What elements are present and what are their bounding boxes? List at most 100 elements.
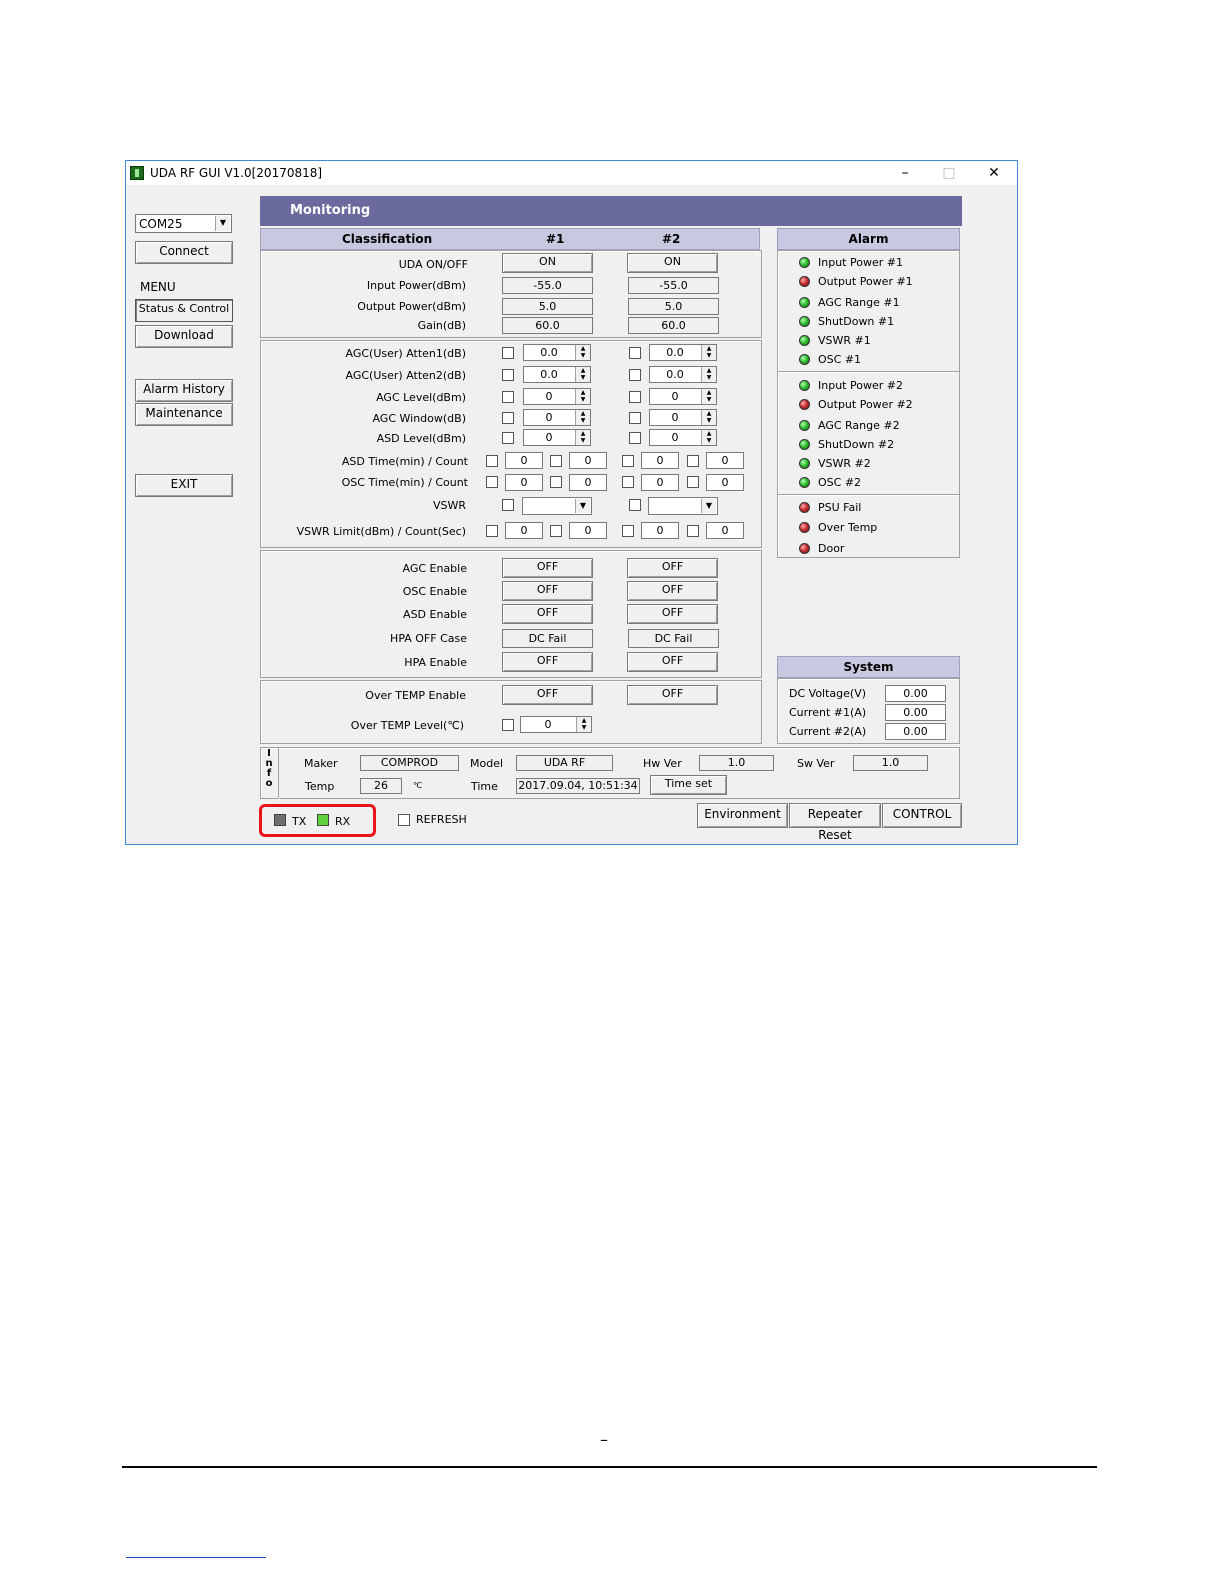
footer-link-line[interactable] [126, 1557, 266, 1558]
output-power-label: Output Power(dBm) [357, 300, 466, 313]
osc-time-1a-checkbox[interactable] [486, 476, 498, 488]
hpa-off-case-1: DC Fail [502, 629, 593, 648]
agc-level-1-checkbox[interactable] [502, 391, 514, 403]
osc-time-2a-field[interactable]: 0 [641, 474, 679, 491]
atten1-2-checkbox[interactable] [629, 347, 641, 359]
agc-enable-2-button[interactable]: OFF [627, 558, 718, 578]
model-label: Model [470, 757, 504, 770]
hpa-enable-2-button[interactable]: OFF [627, 652, 718, 672]
uda-2-button[interactable]: ON [627, 253, 718, 273]
alarm-history-button[interactable]: Alarm History [135, 379, 233, 402]
asd-time-1a-checkbox[interactable] [486, 455, 498, 467]
vswr-limit-1a-checkbox[interactable] [486, 525, 498, 537]
vswr-limit-2b-checkbox[interactable] [687, 525, 699, 537]
over-temp-enable-1-button[interactable]: OFF [502, 685, 593, 705]
com-port-select[interactable]: COM25 ▼ [135, 214, 232, 233]
asd-enable-2-button[interactable]: OFF [627, 604, 718, 624]
atten1-1-checkbox[interactable] [502, 347, 514, 359]
osc-time-2b-field[interactable]: 0 [706, 474, 744, 491]
control-button[interactable]: CONTROL [882, 803, 962, 828]
agc-level-1-spinner[interactable]: 0 ▲ ▼ [523, 388, 591, 405]
over-temp-level-spinner[interactable]: 0 ▲ ▼ [520, 716, 592, 733]
vswr-limit-2b-field[interactable]: 0 [706, 522, 744, 539]
asd-time-1b-checkbox[interactable] [550, 455, 562, 467]
asd-time-1b-field[interactable]: 0 [569, 452, 607, 469]
vswr-1-checkbox[interactable] [502, 499, 514, 511]
osc-time-2a-checkbox[interactable] [622, 476, 634, 488]
spin-arrows-icon[interactable]: ▲ ▼ [575, 345, 590, 360]
spin-arrows-icon[interactable]: ▲ ▼ [575, 389, 590, 404]
vswr-limit-2a-field[interactable]: 0 [641, 522, 679, 539]
asd-time-1a-field[interactable]: 0 [505, 452, 543, 469]
title-bar[interactable]: UDA RF GUI V1.0[20170818] – □ ✕ [126, 161, 1017, 185]
vswr-1-select[interactable]: ▼ [522, 497, 592, 515]
vswr-limit-1b-field[interactable]: 0 [569, 522, 607, 539]
exit-button[interactable]: EXIT [135, 474, 233, 497]
atten1-1-spinner[interactable]: 0.0 ▲ ▼ [523, 344, 591, 361]
agc-level-2-spinner[interactable]: 0 ▲ ▼ [649, 388, 717, 405]
refresh-label: REFRESH [416, 813, 467, 826]
vswr-limit-1b-checkbox[interactable] [550, 525, 562, 537]
asd-level-1-checkbox[interactable] [502, 432, 514, 444]
agc-window-2-checkbox[interactable] [629, 412, 641, 424]
spin-arrows-icon[interactable]: ▲ ▼ [701, 367, 716, 382]
spin-arrows-icon[interactable]: ▲ ▼ [575, 410, 590, 425]
status-control-button[interactable]: Status & Control [135, 299, 233, 322]
agc-window-1-spinner[interactable]: 0 ▲ ▼ [523, 409, 591, 426]
vswr-limit-1a-field[interactable]: 0 [505, 522, 543, 539]
spin-arrows-icon[interactable]: ▲ ▼ [576, 717, 591, 732]
over-temp-level-label: Over TEMP Level(℃) [350, 719, 464, 732]
environment-button[interactable]: Environment [697, 803, 788, 828]
over-temp-level-checkbox[interactable] [502, 719, 514, 731]
osc-enable-1-button[interactable]: OFF [502, 581, 593, 601]
uda-1-button[interactable]: ON [502, 253, 593, 273]
spin-arrows-icon[interactable]: ▲ ▼ [575, 430, 590, 445]
osc-time-1b-field[interactable]: 0 [569, 474, 607, 491]
asd-level-label: ASD Level(dBm) [376, 432, 466, 445]
asd-level-2-checkbox[interactable] [629, 432, 641, 444]
osc-time-1b-checkbox[interactable] [550, 476, 562, 488]
time-set-button[interactable]: Time set [650, 775, 727, 795]
osc-enable-2-button[interactable]: OFF [627, 581, 718, 601]
connect-button[interactable]: Connect [135, 241, 233, 264]
vswr-2-select[interactable]: ▼ [648, 497, 718, 515]
agc-level-2-checkbox[interactable] [629, 391, 641, 403]
spin-arrows-icon[interactable]: ▲ ▼ [701, 430, 716, 445]
com-port-value: COM25 [139, 217, 183, 231]
asd-time-2a-checkbox[interactable] [622, 455, 634, 467]
spin-arrows-icon[interactable]: ▲ ▼ [575, 367, 590, 382]
hpa-enable-1-button[interactable]: OFF [502, 652, 593, 672]
monitoring-header: Monitoring [260, 196, 962, 226]
agc-window-2-spinner[interactable]: 0 ▲ ▼ [649, 409, 717, 426]
download-button[interactable]: Download [135, 325, 233, 348]
close-button[interactable]: ✕ [979, 163, 1009, 183]
spin-arrows-icon[interactable]: ▲ ▼ [701, 389, 716, 404]
dc-voltage-label: DC Voltage(V) [789, 687, 867, 700]
asd-time-2a-field[interactable]: 0 [641, 452, 679, 469]
agc-enable-1-button[interactable]: OFF [502, 558, 593, 578]
osc-time-1a-field[interactable]: 0 [505, 474, 543, 491]
atten2-1-checkbox[interactable] [502, 369, 514, 381]
vswr-2-checkbox[interactable] [629, 499, 641, 511]
atten2-2-spinner[interactable]: 0.0 ▲ ▼ [649, 366, 717, 383]
repeater-reset-button[interactable]: Repeater Reset [789, 803, 881, 842]
maintenance-button[interactable]: Maintenance [135, 403, 233, 426]
atten1-2-spinner[interactable]: 0.0 ▲ ▼ [649, 344, 717, 361]
agc-window-1-checkbox[interactable] [502, 412, 514, 424]
asd-level-2-spinner[interactable]: 0 ▲ ▼ [649, 429, 717, 446]
atten2-2-checkbox[interactable] [629, 369, 641, 381]
maximize-button[interactable]: □ [934, 163, 964, 183]
spin-arrows-icon[interactable]: ▲ ▼ [701, 345, 716, 360]
refresh-checkbox[interactable] [398, 814, 410, 826]
asd-enable-1-button[interactable]: OFF [502, 604, 593, 624]
asd-time-2b-checkbox[interactable] [687, 455, 699, 467]
minimize-button[interactable]: – [890, 163, 920, 183]
vswr-limit-2a-checkbox[interactable] [622, 525, 634, 537]
asd-time-2b-field[interactable]: 0 [706, 452, 744, 469]
uda-onoff-label: UDA ON/OFF [398, 258, 468, 271]
over-temp-enable-2-button[interactable]: OFF [627, 685, 718, 705]
osc-time-2b-checkbox[interactable] [687, 476, 699, 488]
atten2-1-spinner[interactable]: 0.0 ▲ ▼ [523, 366, 591, 383]
spin-arrows-icon[interactable]: ▲ ▼ [701, 410, 716, 425]
asd-level-1-spinner[interactable]: 0 ▲ ▼ [523, 429, 591, 446]
